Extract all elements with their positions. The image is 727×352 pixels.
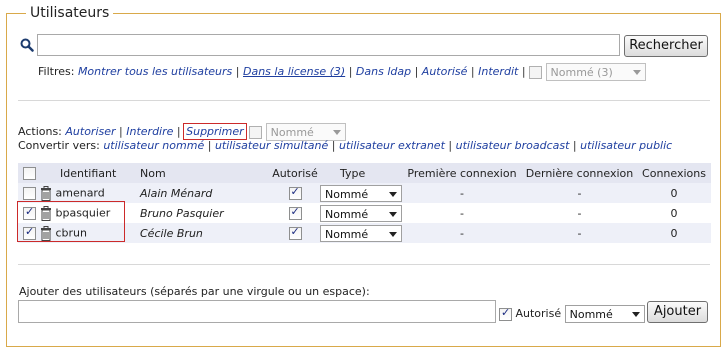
connection-count: 0 <box>637 183 711 203</box>
type-value: Nommé <box>325 187 369 201</box>
user-name: Cécile Brun <box>140 226 203 240</box>
trash-icon[interactable] <box>40 185 52 201</box>
filter-forbidden-link[interactable]: Interdit <box>478 65 518 78</box>
column-header-autorise: Autorisé <box>270 163 320 183</box>
column-header-connections: Connexions <box>637 163 711 183</box>
search-input[interactable] <box>37 34 620 56</box>
add-authorized-checkbox[interactable] <box>499 306 512 321</box>
divider <box>18 264 710 265</box>
chevron-down-icon <box>389 231 397 237</box>
action-type-checkbox[interactable] <box>249 125 263 139</box>
chevron-down-icon <box>389 211 397 217</box>
filter-license-link[interactable]: Dans la license (3) <box>243 65 345 78</box>
convert-bar: Convertir vers: utilisateur nommé | util… <box>18 139 673 152</box>
first-connection: - <box>402 183 522 203</box>
authorized-checkbox[interactable] <box>288 205 302 220</box>
filters-bar: Filtres: Montrer tous les utilisateurs |… <box>38 63 646 81</box>
filter-type-value: Nommé (3) <box>550 66 613 79</box>
column-header-identifiant: Identifiant <box>38 163 140 183</box>
last-connection: - <box>522 183 637 203</box>
row-select-checkbox[interactable] <box>23 186 36 200</box>
type-select[interactable]: Nommé <box>320 184 402 202</box>
add-type-value: Nommé <box>569 308 613 321</box>
filter-ldap-link[interactable]: Dans ldap <box>356 65 411 78</box>
connection-count: 0 <box>637 223 711 243</box>
column-header-last-connection: Dernière connexion <box>522 163 637 183</box>
table-row[interactable]: amenard Alain Ménard Nommé - - 0 <box>18 183 711 203</box>
section-title: Utilisateurs <box>26 5 114 21</box>
table-header-row: Identifiant Nom Autorisé Type Première c… <box>18 163 711 183</box>
search-button[interactable]: Rechercher <box>624 35 708 57</box>
last-connection: - <box>522 223 637 243</box>
chevron-down-icon <box>632 70 641 75</box>
convert-label: Convertir vers: <box>18 139 100 152</box>
type-value: Nommé <box>325 207 369 221</box>
chevron-down-icon <box>332 130 341 135</box>
convert-extranet-link[interactable]: utilisateur extranet <box>339 139 445 152</box>
first-connection: - <box>402 203 522 223</box>
chevron-down-icon <box>631 312 640 317</box>
add-authorized-label: Autorisé <box>515 307 562 320</box>
add-type-select[interactable]: Nommé <box>564 305 645 323</box>
chevron-down-icon <box>389 191 397 197</box>
convert-public-link[interactable]: utilisateur public <box>580 139 672 152</box>
convert-named-link[interactable]: utilisateur nommé <box>103 139 204 152</box>
authorized-checkbox[interactable] <box>288 185 302 200</box>
column-header-first-connection: Première connexion <box>402 163 522 183</box>
divider <box>18 100 710 101</box>
authorized-checkbox[interactable] <box>288 225 302 240</box>
action-type-value: Nommé <box>270 126 314 139</box>
add-button[interactable]: Ajouter <box>647 301 708 323</box>
filter-authorized-link[interactable]: Autorisé <box>422 65 468 78</box>
column-header-type: Type <box>320 163 402 183</box>
user-name: Alain Ménard <box>140 186 213 200</box>
filter-type-select[interactable]: Nommé (3) <box>545 63 646 81</box>
user-id: amenard <box>55 186 105 199</box>
type-select[interactable]: Nommé <box>320 204 402 222</box>
convert-simultaneous-link[interactable]: utilisateur simultané <box>215 139 328 152</box>
add-users-label: Ajouter des utilisateurs (séparés par un… <box>19 285 370 298</box>
filters-label: Filtres: <box>38 65 75 78</box>
connection-count: 0 <box>637 203 711 223</box>
filter-all-link[interactable]: Montrer tous les utilisateurs <box>78 65 232 78</box>
actions-label: Actions: <box>18 125 62 138</box>
select-all-checkbox[interactable] <box>23 166 36 180</box>
authorize-link[interactable]: Autoriser <box>65 125 115 138</box>
user-name: Bruno Pasquier <box>140 206 224 220</box>
first-connection: - <box>402 223 522 243</box>
forbid-link[interactable]: Interdire <box>126 125 173 138</box>
search-icon <box>20 38 34 52</box>
type-select[interactable]: Nommé <box>320 224 402 242</box>
add-authorized: Autorisé Nommé <box>499 305 645 323</box>
type-value: Nommé <box>325 227 369 241</box>
convert-broadcast-link[interactable]: utilisateur broadcast <box>456 139 570 152</box>
filter-type-checkbox[interactable] <box>529 65 543 79</box>
selected-rows-highlight <box>17 201 125 242</box>
last-connection: - <box>522 203 637 223</box>
delete-link[interactable]: Supprimer <box>183 123 247 140</box>
column-header-nom: Nom <box>140 163 270 183</box>
add-users-input[interactable] <box>18 300 496 323</box>
